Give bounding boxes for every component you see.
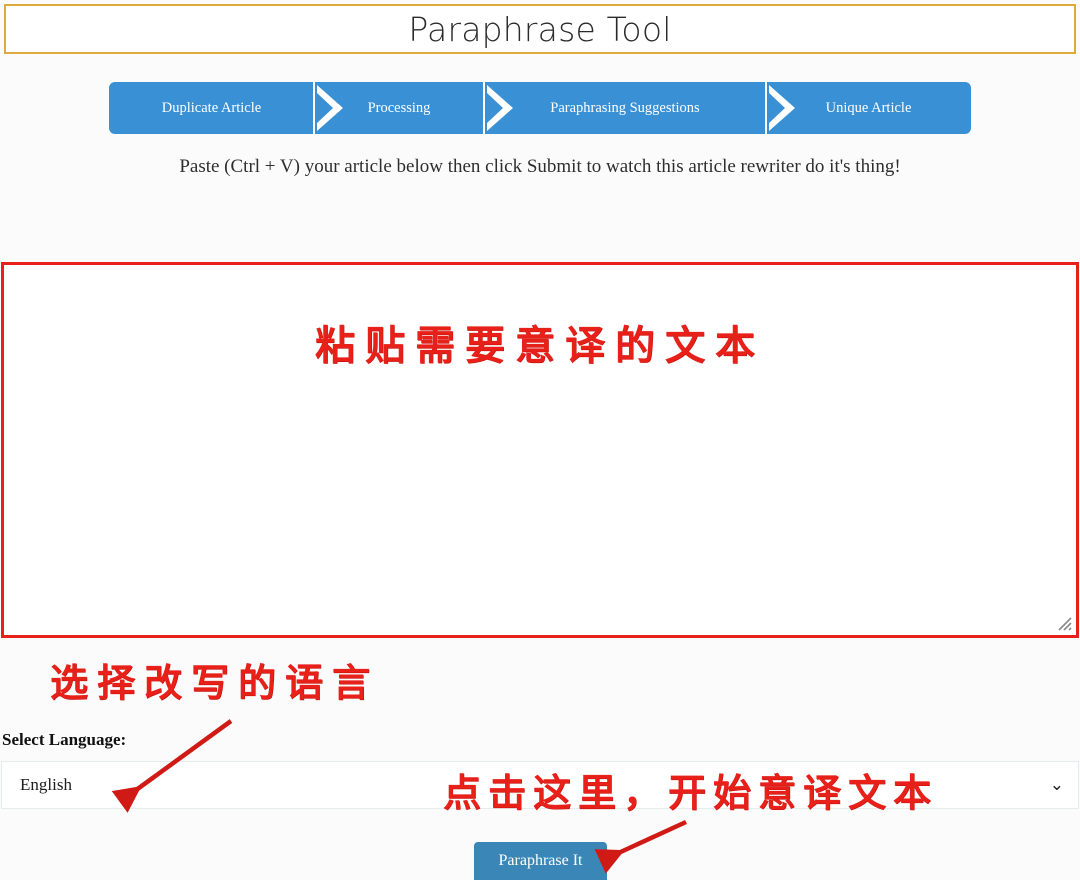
step-unique-article[interactable]: Unique Article: [765, 82, 971, 134]
step-label: Processing: [367, 99, 431, 116]
page-title-banner: Paraphrase Tool: [4, 4, 1076, 54]
arrow-to-paraphrase-button: [594, 819, 687, 874]
progress-steps-wrapper: Duplicate Article Processing Paraphrasin…: [0, 82, 1080, 134]
chevron-right-icon: [765, 82, 799, 134]
step-label: Unique Article: [825, 99, 912, 116]
progress-steps: Duplicate Article Processing Paraphrasin…: [109, 82, 971, 134]
step-duplicate-article[interactable]: Duplicate Article: [109, 82, 314, 134]
step-paraphrasing-suggestions[interactable]: Paraphrasing Suggestions: [483, 82, 766, 134]
step-processing[interactable]: Processing: [313, 82, 484, 134]
annotation-paste-text: 粘贴需要意译的文本: [315, 323, 765, 369]
chevron-right-icon: [483, 82, 517, 134]
paraphrase-it-button[interactable]: Paraphrase It: [474, 842, 607, 880]
step-label: Paraphrasing Suggestions: [550, 99, 700, 116]
annotation-select-language: 选择改写的语言: [50, 661, 380, 705]
resize-grip-icon[interactable]: [1055, 614, 1073, 632]
article-textarea[interactable]: 粘贴需要意译的文本: [1, 262, 1079, 638]
instruction-text: Paste (Ctrl + V) your article below then…: [179, 156, 901, 177]
chevron-down-icon[interactable]: ⌄: [1050, 776, 1064, 794]
page-title: Paraphrase Tool: [408, 9, 672, 49]
chevron-right-icon: [313, 82, 347, 134]
select-language-label: Select Language:: [2, 730, 127, 749]
annotation-click-here: 点击这里，开始意译文本: [443, 771, 939, 815]
step-label: Duplicate Article: [161, 99, 262, 116]
